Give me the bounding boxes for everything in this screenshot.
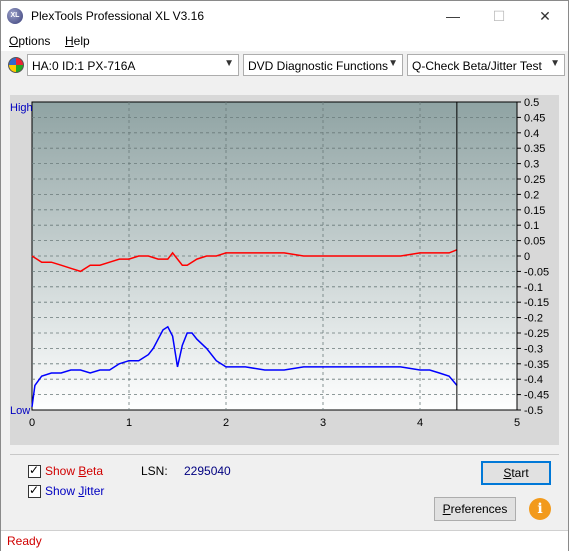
menu-options[interactable]: Options (9, 34, 50, 48)
function-select[interactable]: DVD Diagnostic Functions ▼ (243, 54, 403, 76)
show-jitter-prefix: Show (45, 484, 79, 498)
x-tick-label: 4 (417, 417, 423, 429)
y-axis-ticks: 0.5 0.45 0.4 0.35 0.3 0.25 0.2 0.15 0.1 0.05 0 -0.0… (517, 97, 549, 417)
plextools-logo-icon: XL (7, 8, 23, 24)
status-text: Ready (7, 534, 42, 548)
show-beta-checkbox[interactable] (28, 463, 41, 478)
status-bar: Ready (1, 530, 568, 551)
x-axis-ticks: 0 1 2 3 4 5 (29, 417, 520, 429)
chart-panel: 012345 0.5 0.45 0.4 0.35 0.3 0.25 0.2 0.15 0.1 0.… (10, 95, 559, 445)
y-tick-label: -0.05 (524, 266, 549, 278)
x-tick-label: 1 (126, 417, 132, 429)
y-tick-label: -0.3 (524, 343, 543, 355)
function-select-value: DVD Diagnostic Functions (248, 59, 389, 73)
y-tick-label: 0.35 (524, 143, 545, 155)
info-icon[interactable]: i (529, 498, 551, 520)
minimize-button[interactable]: — (430, 1, 476, 31)
y-tick-label: 0.3 (524, 159, 539, 171)
preferences-accel: P (442, 502, 451, 516)
y-tick-label: 0.1 (524, 220, 539, 232)
x-tick-label: 3 (320, 417, 326, 429)
preferences-label: references (450, 502, 508, 516)
drive-select[interactable]: HA:0 ID:1 PX-716A ▼ (27, 54, 239, 76)
menu-help-accel: H (65, 34, 74, 48)
lsn-value: 2295040 (184, 464, 231, 478)
y-tick-label: 0.15 (524, 205, 545, 217)
disc-drive-icon (8, 57, 24, 73)
menu-help[interactable]: Help (65, 34, 90, 48)
y-tick-label: -0.25 (524, 328, 549, 340)
y-tick-label: -0.1 (524, 282, 543, 294)
options-panel: Show Beta Show Jitter LSN: 2295040 Start… (10, 454, 559, 530)
window-title: PlexTools Professional XL V3.16 (31, 9, 204, 23)
y-tick-label: -0.15 (524, 297, 549, 309)
show-beta-prefix: Show (45, 464, 79, 478)
title-bar[interactable]: XL PlexTools Professional XL V3.16 — ☐ ✕ (1, 1, 568, 31)
y-high-label: High (10, 102, 33, 114)
y-tick-label: -0.45 (524, 390, 549, 402)
chevron-down-icon: ▼ (388, 58, 398, 69)
show-beta-label[interactable]: Show Beta (45, 464, 103, 478)
preferences-button[interactable]: Preferences (434, 497, 516, 521)
maximize-button[interactable]: ☐ (476, 1, 522, 31)
y-tick-label: 0.4 (524, 128, 539, 140)
toolbar: HA:0 ID:1 PX-716A ▼ DVD Diagnostic Funct… (1, 52, 568, 80)
y-tick-label: 0.2 (524, 189, 539, 201)
y-tick-label: -0.5 (524, 405, 543, 417)
show-jitter-rest: itter (84, 484, 105, 498)
test-select[interactable]: Q-Check Beta/Jitter Test ▼ (407, 54, 565, 76)
menu-options-label: ptions (18, 34, 51, 48)
lsn-label: LSN: (141, 464, 168, 478)
y-tick-label: -0.35 (524, 359, 549, 371)
app-window: XL PlexTools Professional XL V3.16 — ☐ ✕… (0, 0, 569, 551)
menu-options-accel: O (9, 34, 19, 48)
beta-jitter-chart: 012345 0.50.450.40.350.30.250.20.150.10.… (10, 97, 549, 429)
menu-help-label: elp (73, 34, 90, 48)
x-tick-label: 2 (223, 417, 229, 429)
chevron-down-icon: ▼ (224, 58, 234, 69)
y-tick-label: -0.4 (524, 374, 543, 386)
y-tick-label: 0 (524, 251, 530, 263)
chevron-down-icon: ▼ (550, 58, 560, 69)
y-tick-label: 0.45 (524, 112, 545, 124)
test-select-value: Q-Check Beta/Jitter Test (412, 59, 542, 73)
menu-bar: Options Help (1, 31, 568, 51)
drive-select-value: HA:0 ID:1 PX-716A (32, 59, 136, 73)
y-tick-label: 0.05 (524, 236, 545, 248)
y-tick-label: 0.5 (524, 97, 539, 109)
close-button[interactable]: ✕ (522, 1, 568, 31)
start-label: tart (511, 466, 529, 480)
y-tick-label: -0.2 (524, 313, 543, 325)
show-beta-rest: eta (86, 464, 104, 478)
x-tick-label: 0 (29, 417, 35, 429)
y-tick-label: 0.25 (524, 174, 545, 186)
x-tick-label: 5 (514, 417, 520, 429)
y-low-label: Low (10, 405, 30, 417)
show-jitter-label[interactable]: Show Jitter (45, 484, 104, 498)
start-button[interactable]: Start (481, 461, 551, 485)
show-jitter-checkbox[interactable] (28, 483, 41, 498)
